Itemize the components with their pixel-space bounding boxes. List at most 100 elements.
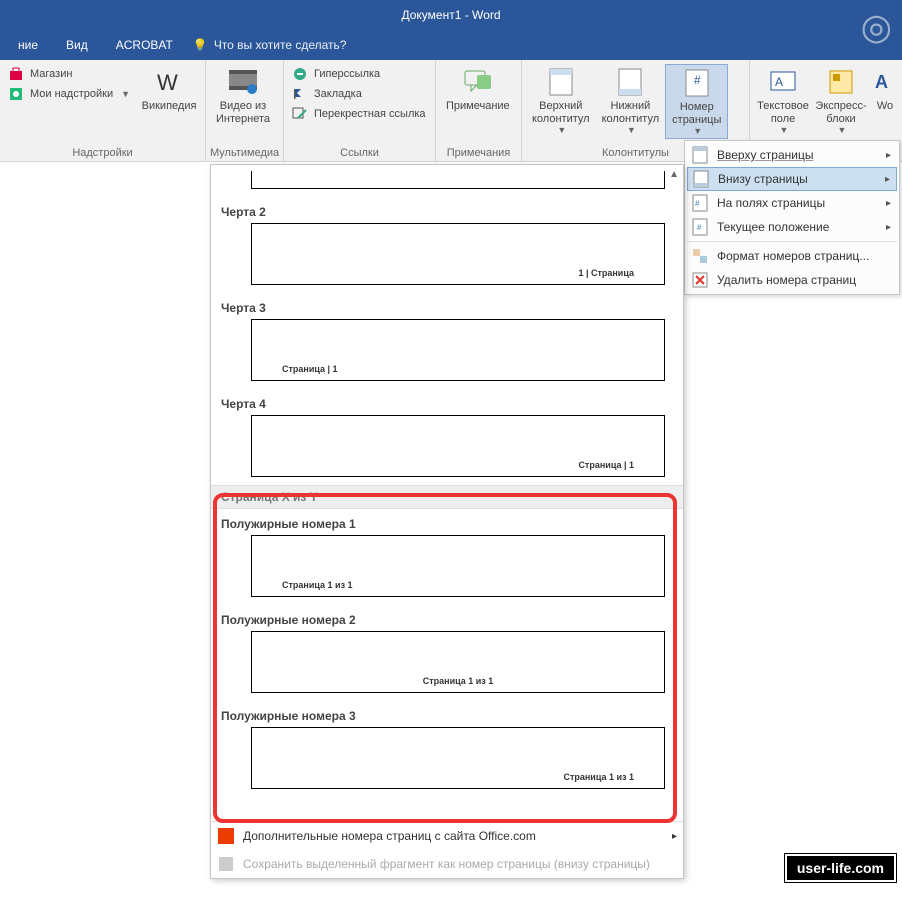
tell-me-label: Что вы хотите сделать?	[214, 38, 347, 52]
pn-format-label: Формат номеров страниц...	[717, 249, 869, 263]
gallery-section-header: Страница X из Y	[211, 485, 683, 509]
pn-bottom-of-page[interactable]: Внизу страницы ▸	[687, 167, 897, 191]
group-media-label: Мультимедиа	[210, 145, 279, 159]
header-button[interactable]: Верхний колонтитул▼	[526, 64, 596, 137]
wordart-label: Wo	[877, 100, 893, 113]
store-button[interactable]: Магазин	[8, 66, 133, 82]
office-icon	[217, 827, 235, 845]
tell-me-search[interactable]: 💡 Что вы хотите сделать?	[193, 38, 347, 52]
gallery-item-bold3[interactable]: Полужирные номера 3 Страница 1 из 1	[211, 701, 683, 789]
pn-margins-label: На полях страницы	[717, 196, 825, 210]
pn-page-margins[interactable]: # На полях страницы ▸	[687, 191, 897, 215]
addins-icon	[8, 86, 24, 102]
hyperlink-label: Гиперссылка	[314, 68, 380, 80]
bookmark-icon	[292, 86, 308, 102]
page-top-icon	[691, 146, 709, 164]
chevron-down-icon: ▼	[838, 125, 847, 135]
footer-button[interactable]: Нижний колонтитул▼	[596, 64, 666, 137]
textbox-label: Текстовое поле	[757, 100, 809, 125]
gallery-item-line3[interactable]: Черта 3 Страница | 1	[211, 293, 683, 381]
preview-text: Страница | 1	[282, 364, 338, 374]
gallery-item-bold1[interactable]: Полужирные номера 1 Страница 1 из 1	[211, 509, 683, 597]
svg-text:A: A	[775, 75, 783, 89]
current-position-icon: #	[691, 218, 709, 236]
page-number-gallery: ▲ Черта 2 1 | Страница Черта 3 Страница …	[210, 164, 684, 879]
header-icon	[545, 66, 577, 98]
gallery-scroll[interactable]: Черта 2 1 | Страница Черта 3 Страница | …	[211, 165, 683, 821]
pn-format-numbers[interactable]: Формат номеров страниц...	[687, 244, 897, 268]
wordart-button[interactable]: A Wo	[870, 64, 900, 115]
footer-label: Нижний колонтитул	[602, 100, 660, 125]
video-icon	[227, 66, 259, 98]
page-number-label: Номер страницы	[672, 101, 721, 126]
preview-text: Страница 1 из 1	[423, 676, 494, 686]
bookmark-button[interactable]: Закладка	[292, 86, 426, 102]
more-from-office[interactable]: Дополнительные номера страниц с сайта Of…	[211, 822, 683, 850]
tab-view[interactable]: Вид	[52, 30, 102, 60]
wikipedia-button[interactable]: W Википедия	[137, 64, 201, 115]
header-label: Верхний колонтитул	[532, 100, 590, 125]
format-icon	[691, 247, 709, 265]
svg-text:#: #	[694, 73, 701, 87]
preview-text: 1 | Страница	[578, 268, 634, 278]
save-selection-label: Сохранить выделенный фрагмент как номер …	[243, 857, 650, 871]
my-addins-button[interactable]: Мои надстройки▼	[8, 86, 133, 102]
submenu-arrow-icon: ▸	[886, 150, 891, 161]
crossref-label: Перекрестная ссылка	[314, 108, 426, 120]
quickparts-label: Экспресс- блоки	[815, 100, 866, 125]
save-icon	[217, 855, 235, 873]
gallery-item-bold2[interactable]: Полужирные номера 2 Страница 1 из 1	[211, 605, 683, 693]
comment-button[interactable]: Примечание	[440, 64, 516, 115]
svg-text:W: W	[157, 70, 178, 95]
gallery-item-line4[interactable]: Черта 4 Страница | 1	[211, 389, 683, 477]
submenu-arrow-icon: ▸	[672, 831, 677, 842]
pn-top-of-page[interactable]: Вверху страницы ▸	[687, 143, 897, 167]
link-icon	[292, 66, 308, 82]
decorative-swirl-icon: ◎	[861, 6, 892, 48]
preview-text: Страница | 1	[578, 460, 634, 470]
footer-icon	[614, 66, 646, 98]
ribbon-tabs: ние Вид ACROBAT 💡 Что вы хотите сделать?	[0, 30, 902, 60]
pn-current-position[interactable]: # Текущее положение ▸	[687, 215, 897, 239]
tab-formatting[interactable]: ние	[4, 30, 52, 60]
textbox-icon: A	[767, 66, 799, 98]
wordart-icon: A	[869, 66, 901, 98]
gallery-item-title: Черта 4	[211, 389, 683, 415]
gallery-item-line2[interactable]: Черта 2 1 | Страница	[211, 171, 683, 285]
crossref-icon	[292, 106, 308, 122]
quickparts-icon	[825, 66, 857, 98]
tab-acrobat[interactable]: ACROBAT	[102, 30, 187, 60]
submenu-arrow-icon: ▸	[885, 174, 890, 185]
gallery-item-title: Полужирные номера 2	[211, 605, 683, 631]
page-number-button[interactable]: # Номер страницы▼	[665, 64, 728, 139]
title-bar: Документ1 - Word	[0, 0, 902, 30]
chevron-down-icon: ▼	[557, 125, 566, 135]
watermark: user-life.com	[785, 854, 896, 882]
hyperlink-button[interactable]: Гиперссылка	[292, 66, 426, 82]
gallery-item-title: Черта 3	[211, 293, 683, 319]
video-label: Видео из Интернета	[216, 100, 270, 125]
bookmark-label: Закладка	[314, 88, 362, 100]
lightbulb-icon: 💡	[193, 38, 208, 52]
remove-icon	[691, 271, 709, 289]
window-title: Документ1 - Word	[401, 8, 500, 22]
pn-current-label: Текущее положение	[717, 220, 829, 234]
menu-separator	[687, 241, 897, 242]
chevron-down-icon: ▼	[693, 126, 702, 136]
preview-text: Страница 1 из 1	[563, 772, 634, 782]
gallery-item-title: Полужирные номера 3	[211, 701, 683, 727]
online-video-button[interactable]: Видео из Интернета	[210, 64, 276, 127]
more-from-office-label: Дополнительные номера страниц с сайта Of…	[243, 829, 536, 843]
svg-text:#: #	[697, 223, 702, 232]
store-label: Магазин	[30, 68, 72, 80]
chevron-down-icon: ▼	[780, 125, 789, 135]
wikipedia-label: Википедия	[142, 100, 197, 113]
scroll-up-icon[interactable]: ▲	[669, 169, 679, 180]
save-selection: Сохранить выделенный фрагмент как номер …	[211, 850, 683, 878]
store-icon	[8, 66, 24, 82]
crossref-button[interactable]: Перекрестная ссылка	[292, 106, 426, 122]
pn-bottom-label: Внизу страницы	[718, 172, 808, 186]
pn-remove-numbers[interactable]: Удалить номера страниц	[687, 268, 897, 292]
textbox-button[interactable]: A Текстовое поле▼	[754, 64, 812, 137]
quickparts-button[interactable]: Экспресс- блоки▼	[812, 64, 870, 137]
